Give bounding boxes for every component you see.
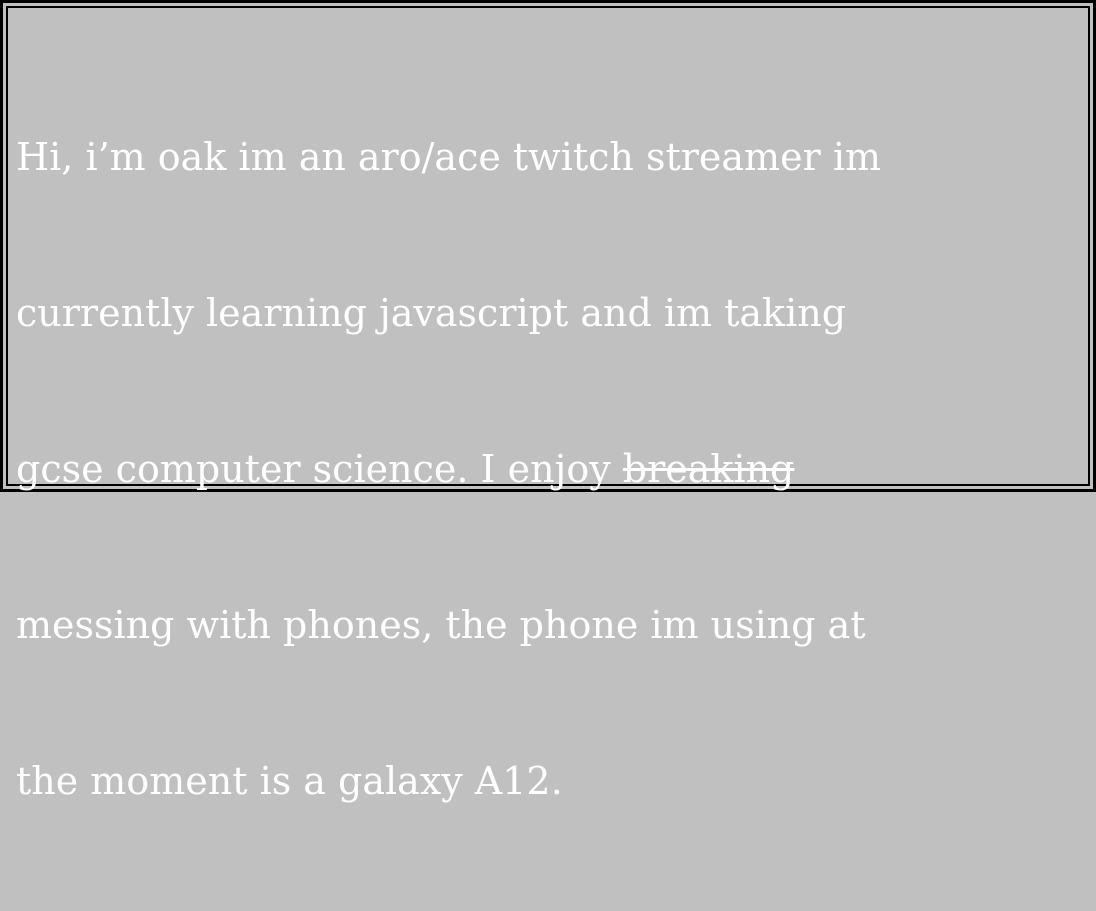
bio-line-2: currently learning javascript and im tak…: [16, 291, 847, 335]
bio-text: Hi, i’m oak im an aro/ace twitch streame…: [16, 27, 1086, 911]
bio-line-3: gcse computer science. I enjoy breaking: [16, 443, 1086, 495]
bio-line-1: Hi, i’m oak im an aro/ace twitch streame…: [16, 135, 882, 179]
struck-word: breaking: [622, 447, 795, 491]
bio-line-4: messing with phones, the phone im using …: [16, 603, 866, 647]
bio-line-3-text: gcse computer science. I enjoy: [16, 447, 623, 491]
bio-panel: Hi, i’m oak im an aro/ace twitch streame…: [0, 0, 1096, 803]
bio-line-5: the moment is a galaxy A12.: [16, 759, 563, 803]
